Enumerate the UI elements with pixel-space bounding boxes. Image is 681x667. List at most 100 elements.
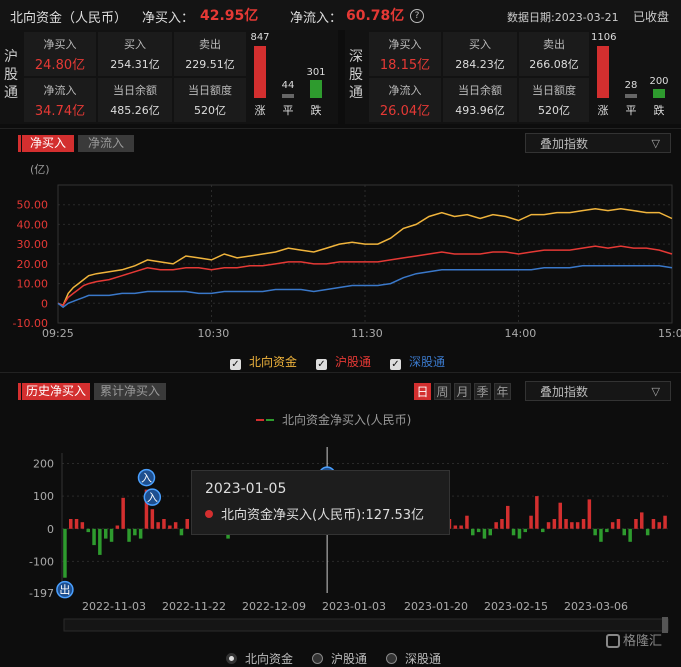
range-navigator [63, 618, 669, 632]
y-tick-label: -197 [29, 587, 54, 600]
y-tick-label: 0 [41, 297, 48, 310]
overlay-index-dropdown[interactable]: 叠加指数 ▽ [525, 133, 671, 153]
bar [179, 528, 184, 536]
bar [482, 528, 487, 539]
sh-buy-cell: 买入 254.31亿 [98, 32, 172, 76]
sz-sell-value: 266.08亿 [529, 58, 579, 71]
section-marker [18, 135, 21, 152]
net-inflow-label: 净流入： [290, 11, 343, 26]
bar [86, 528, 90, 533]
bar [535, 496, 539, 529]
x-tick-label: 2023-03-06 [564, 600, 628, 613]
help-icon[interactable]: ? [410, 9, 424, 23]
legend-sh[interactable]: ✓ 沪股通 [316, 353, 371, 370]
bar [564, 519, 568, 529]
x-tick-label: 2023-01-20 [404, 600, 468, 613]
bar [156, 522, 160, 529]
market-status: 已收盘 [633, 10, 670, 24]
bar [74, 519, 79, 529]
sz-down-label: 跌 [653, 104, 665, 117]
sz-down-bar [653, 89, 665, 98]
sh-balance-cell: 当日余额 485.26亿 [98, 78, 172, 122]
checkbox-icon: ✓ [316, 359, 327, 370]
sh-balance-label: 当日余额 [113, 84, 157, 97]
bar [622, 528, 626, 536]
data-date: 数据日期:2023-03-21 [507, 11, 619, 24]
sz-up-count: 1106 [591, 32, 617, 43]
marker-label: 入 [147, 491, 158, 504]
page-title: 北向资金（人民币） [10, 11, 128, 26]
bar [616, 519, 621, 529]
radio-sz-label: 深股通 [405, 652, 442, 666]
sh-net-flow-cell: 净流入 34.74亿 [24, 78, 96, 122]
tab-net-buy[interactable]: 净买入 [22, 135, 74, 152]
legend-sh-label: 沪股通 [335, 355, 372, 369]
chevron-down-icon: ▽ [651, 137, 660, 150]
x-tick-label: 2022-11-03 [82, 600, 146, 613]
sh-flat-count: 44 [281, 80, 295, 91]
sz-breadth-bars: 1106 28 200 涨 平 跌 [591, 30, 679, 124]
radio-sh[interactable]: 沪股通 [312, 650, 367, 667]
sz-sell-cell: 卖出 266.08亿 [519, 32, 589, 76]
watermark-text: 格隆汇 [623, 634, 663, 649]
sz-net-flow-cell: 净流入 26.04亿 [369, 78, 441, 122]
sh-net-buy-label: 净买入 [43, 38, 77, 51]
bar [162, 519, 166, 529]
checkbox-icon: ✓ [390, 359, 401, 370]
sh-sell-label: 卖出 [199, 38, 221, 51]
y-tick-label: 0 [47, 523, 54, 536]
bar [115, 525, 120, 529]
bar [80, 522, 85, 529]
bar [517, 528, 522, 539]
bar [109, 528, 114, 542]
bar [511, 528, 516, 536]
bar [546, 522, 551, 529]
sz-net-flow-label: 净流入 [388, 84, 422, 97]
tab-net-inflow[interactable]: 净流入 [78, 135, 134, 152]
intraday-section: 净买入 净流入 叠加指数 ▽ (亿) 50.00 40.00 30.00 20.00 10… [0, 128, 681, 371]
x-tick-label: 2022-11-22 [162, 600, 226, 613]
bar [488, 528, 492, 536]
overlay-index-label: 叠加指数 [540, 137, 589, 151]
sz-net-buy-value: 18.15亿 [379, 58, 431, 73]
bar [581, 519, 586, 529]
bar [185, 519, 189, 529]
intraday-chart: (亿)50.0040.0030.0020.0010.000-10.0009:25… [13, 163, 681, 340]
sh-net-flow-value: 34.74亿 [34, 104, 86, 119]
sh-quota-value: 520亿 [194, 104, 226, 117]
checkbox-icon: ✓ [230, 359, 241, 370]
sh-balance-value: 485.26亿 [110, 104, 160, 117]
bar [453, 525, 458, 529]
x-tick-label: 2022-12-09 [242, 600, 306, 613]
series-dot-icon [205, 510, 213, 518]
watermark: 格隆汇 [606, 630, 662, 649]
sz-buy-cell: 买入 284.23亿 [443, 32, 517, 76]
sh-quota-cell: 当日额度 520亿 [174, 78, 246, 122]
bar [92, 528, 96, 546]
y-tick-label: -100 [29, 555, 54, 568]
sz-flat-bar [625, 94, 637, 98]
radio-north[interactable]: 北向资金 [226, 650, 293, 667]
radio-sz[interactable]: 深股通 [386, 650, 441, 667]
x-tick-label: 2023-01-03 [322, 600, 386, 613]
bar [593, 528, 597, 536]
bar [138, 528, 143, 539]
sz-up-label: 涨 [597, 104, 609, 117]
bar [610, 522, 615, 529]
marker-label: 出 [59, 583, 70, 597]
legend-north-label: 北向资金 [249, 355, 298, 369]
bar [173, 522, 178, 529]
sh-breadth-bars: 847 44 301 涨 平 跌 [248, 30, 336, 124]
sh-down-label: 跌 [310, 104, 322, 117]
radio-north-label: 北向资金 [245, 652, 294, 666]
bar [506, 505, 510, 529]
sh-sell-cell: 卖出 229.51亿 [174, 32, 246, 76]
sh-sell-value: 229.51亿 [185, 58, 235, 71]
legend-sz[interactable]: ✓ 深股通 [390, 353, 445, 370]
header-bar: 北向资金（人民币） 净买入： 42.95亿 净流入： 60.78亿 ? 数据日期… [0, 0, 681, 30]
tooltip-value: 北向资金净买入(人民币):127.53亿 [205, 504, 424, 523]
sz-buy-label: 买入 [469, 38, 491, 51]
legend-north[interactable]: ✓ 北向资金 [230, 353, 297, 370]
sh-flat-label: 平 [282, 104, 294, 117]
sh-down-count: 301 [306, 67, 326, 78]
